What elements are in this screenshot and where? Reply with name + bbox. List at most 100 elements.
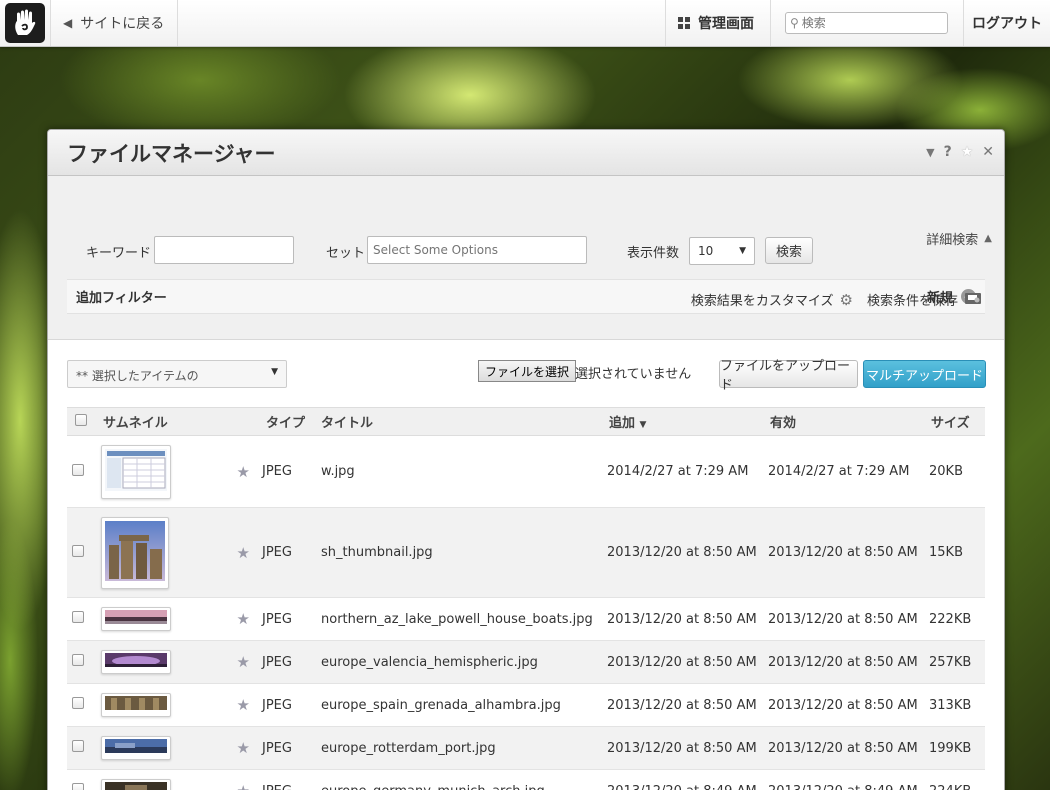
row-size: 257KB bbox=[919, 640, 985, 684]
row-checkbox[interactable] bbox=[72, 697, 84, 709]
dialog-title: ファイルマネージャー bbox=[67, 141, 276, 166]
table-row[interactable]: ★ JPEG northern_az_lake_powell_house_boa… bbox=[67, 597, 985, 641]
save-search-link[interactable]: 検索条件を保存 bbox=[867, 290, 982, 309]
table-row[interactable]: ★ JPEG europe_rotterdam_port.jpg 2013/12… bbox=[67, 726, 985, 770]
set-multiselect[interactable] bbox=[367, 236, 587, 264]
row-added: 2013/12/20 at 8:50 AM bbox=[597, 726, 758, 770]
count-value: 10 bbox=[698, 244, 714, 258]
upload-file-button[interactable]: ファイルをアップロード bbox=[719, 359, 858, 393]
save-disk-icon bbox=[964, 291, 982, 309]
help-icon[interactable]: ? bbox=[944, 144, 952, 160]
dashboard-grid-icon bbox=[678, 17, 690, 29]
row-checkbox[interactable] bbox=[72, 463, 84, 476]
multi-upload-button[interactable]: マルチアップロード bbox=[863, 360, 986, 388]
thumbnail-image[interactable] bbox=[101, 693, 171, 717]
col-thumbnail: サムネイル bbox=[103, 416, 168, 431]
bulk-action-select[interactable]: ** 選択したアイテムの ▼ bbox=[67, 360, 287, 388]
row-title: europe_valencia_hemispheric.jpg bbox=[309, 640, 597, 684]
file-manager-dialog: ファイルマネージャー ▼ ? ★ ✕ キーワード セット 表示件数 10 ▼ 検… bbox=[47, 129, 1005, 790]
row-added: 2013/12/20 at 8:50 AM bbox=[597, 597, 758, 641]
col-added[interactable]: 追加 ▼ bbox=[597, 408, 758, 436]
back-to-site-link[interactable]: ◀ サイトに戻る bbox=[51, 0, 178, 46]
bulk-actions-row: ** 選択したアイテムの ▼ ファイルを選択 選択されていません ファイルをアッ… bbox=[48, 340, 1004, 400]
table-row[interactable]: ★ JPEG europe_valencia_hemispheric.jpg 2… bbox=[67, 640, 985, 684]
caret-up-icon: ▲ bbox=[984, 233, 992, 244]
bulk-action-label: ** 選択したアイテムの bbox=[76, 369, 199, 383]
favorite-star-icon[interactable]: ★ bbox=[237, 544, 250, 562]
thumbnail-image[interactable] bbox=[101, 444, 171, 499]
row-active: 2013/12/20 at 8:50 AM bbox=[758, 640, 919, 684]
favorite-star-icon[interactable]: ★ bbox=[237, 610, 250, 628]
row-added: 2013/12/20 at 8:49 AM bbox=[597, 769, 758, 790]
row-size: 199KB bbox=[919, 726, 985, 770]
row-type: JPEG bbox=[256, 769, 309, 790]
concrete5-logo-icon[interactable] bbox=[5, 3, 45, 43]
favorite-star-icon[interactable]: ★ bbox=[237, 653, 250, 671]
thumbnail-image[interactable] bbox=[101, 650, 171, 674]
arrow-left-icon: ◀ bbox=[63, 16, 73, 30]
select-all-checkbox[interactable] bbox=[75, 413, 87, 426]
top-search-input[interactable] bbox=[801, 16, 942, 30]
favorite-star-icon[interactable]: ★ bbox=[237, 463, 250, 481]
row-active: 2013/12/20 at 8:50 AM bbox=[758, 683, 919, 727]
col-favorite bbox=[205, 408, 256, 436]
table-row[interactable]: ★ JPEG europe_germany_munich_arch.jpg 20… bbox=[67, 769, 985, 790]
row-added: 2014/2/27 at 7:29 AM bbox=[597, 435, 758, 508]
advanced-search-label: 詳細検索 bbox=[926, 233, 979, 248]
col-size[interactable]: サイズ bbox=[919, 408, 985, 436]
table-row[interactable]: ★ JPEG europe_spain_grenada_alhambra.jpg… bbox=[67, 683, 985, 727]
logout-label: ログアウト bbox=[972, 16, 1042, 32]
search-panel: キーワード セット 表示件数 10 ▼ 検索 詳細検索 ▲ 追加フィルター 新規… bbox=[48, 176, 1004, 340]
row-active: 2013/12/20 at 8:50 AM bbox=[758, 597, 919, 641]
row-added: 2013/12/20 at 8:50 AM bbox=[597, 683, 758, 727]
row-type: JPEG bbox=[256, 507, 309, 598]
row-size: 224KB bbox=[919, 769, 985, 790]
logout-link[interactable]: ログアウト bbox=[964, 0, 1050, 46]
col-title[interactable]: タイトル bbox=[309, 408, 597, 436]
row-checkbox[interactable] bbox=[72, 654, 84, 666]
row-size: 313KB bbox=[919, 683, 985, 727]
save-search-label: 検索条件を保存 bbox=[866, 294, 958, 309]
row-checkbox[interactable] bbox=[72, 783, 84, 790]
file-table: サムネイル タイプ タイトル 追加 ▼ 有効 サイズ ★ JPEG w.jpg … bbox=[67, 407, 985, 790]
col-added-label: 追加 bbox=[609, 416, 636, 431]
favorite-star-icon[interactable]: ★ bbox=[961, 144, 974, 160]
dashboard-link[interactable]: 管理画面 bbox=[665, 0, 771, 46]
row-size: 15KB bbox=[919, 507, 985, 598]
thumbnail-image[interactable] bbox=[101, 736, 171, 760]
count-select[interactable]: 10 ▼ bbox=[689, 237, 755, 265]
dialog-titlebar: ファイルマネージャー ▼ ? ★ ✕ bbox=[48, 130, 1004, 176]
row-type: JPEG bbox=[256, 597, 309, 641]
row-type: JPEG bbox=[256, 683, 309, 727]
col-active[interactable]: 有効 bbox=[758, 408, 919, 436]
file-table-wrap: サムネイル タイプ タイトル 追加 ▼ 有効 サイズ ★ JPEG w.jpg … bbox=[67, 407, 985, 790]
result-actions: 検索結果をカスタマイズ ⚙ 検索条件を保存 bbox=[691, 290, 982, 309]
choose-file-button[interactable]: ファイルを選択 bbox=[478, 360, 577, 382]
row-checkbox[interactable] bbox=[72, 740, 84, 752]
favorite-star-icon[interactable]: ★ bbox=[237, 739, 250, 757]
customize-results-link[interactable]: 検索結果をカスタマイズ ⚙ bbox=[691, 290, 853, 310]
thumbnail-image[interactable] bbox=[101, 607, 171, 631]
thumbnail-image[interactable] bbox=[101, 779, 171, 790]
row-checkbox[interactable] bbox=[72, 544, 84, 557]
row-checkbox[interactable] bbox=[72, 611, 84, 623]
table-row[interactable]: ★ JPEG w.jpg 2014/2/27 at 7:29 AM 2014/2… bbox=[67, 435, 985, 508]
row-active: 2014/2/27 at 7:29 AM bbox=[758, 435, 919, 508]
favorite-star-icon[interactable]: ★ bbox=[237, 696, 250, 714]
thumbnail-image[interactable] bbox=[101, 516, 169, 589]
row-active: 2013/12/20 at 8:49 AM bbox=[758, 769, 919, 790]
collapse-icon[interactable]: ▼ bbox=[926, 146, 934, 160]
col-type[interactable]: タイプ bbox=[256, 408, 309, 436]
close-icon[interactable]: ✕ bbox=[982, 144, 994, 160]
additional-filter-title: 追加フィルター bbox=[76, 291, 167, 306]
row-added: 2013/12/20 at 8:50 AM bbox=[597, 507, 758, 598]
row-size: 20KB bbox=[919, 435, 985, 508]
keyword-input[interactable] bbox=[154, 236, 294, 264]
favorite-star-icon[interactable]: ★ bbox=[237, 782, 250, 790]
row-size: 222KB bbox=[919, 597, 985, 641]
search-button[interactable]: 検索 bbox=[765, 237, 813, 264]
table-row[interactable]: ★ JPEG sh_thumbnail.jpg 2013/12/20 at 8:… bbox=[67, 507, 985, 598]
advanced-search-toggle[interactable]: 詳細検索 ▲ bbox=[926, 229, 992, 248]
no-file-selected-text: 選択されていません bbox=[575, 367, 692, 382]
